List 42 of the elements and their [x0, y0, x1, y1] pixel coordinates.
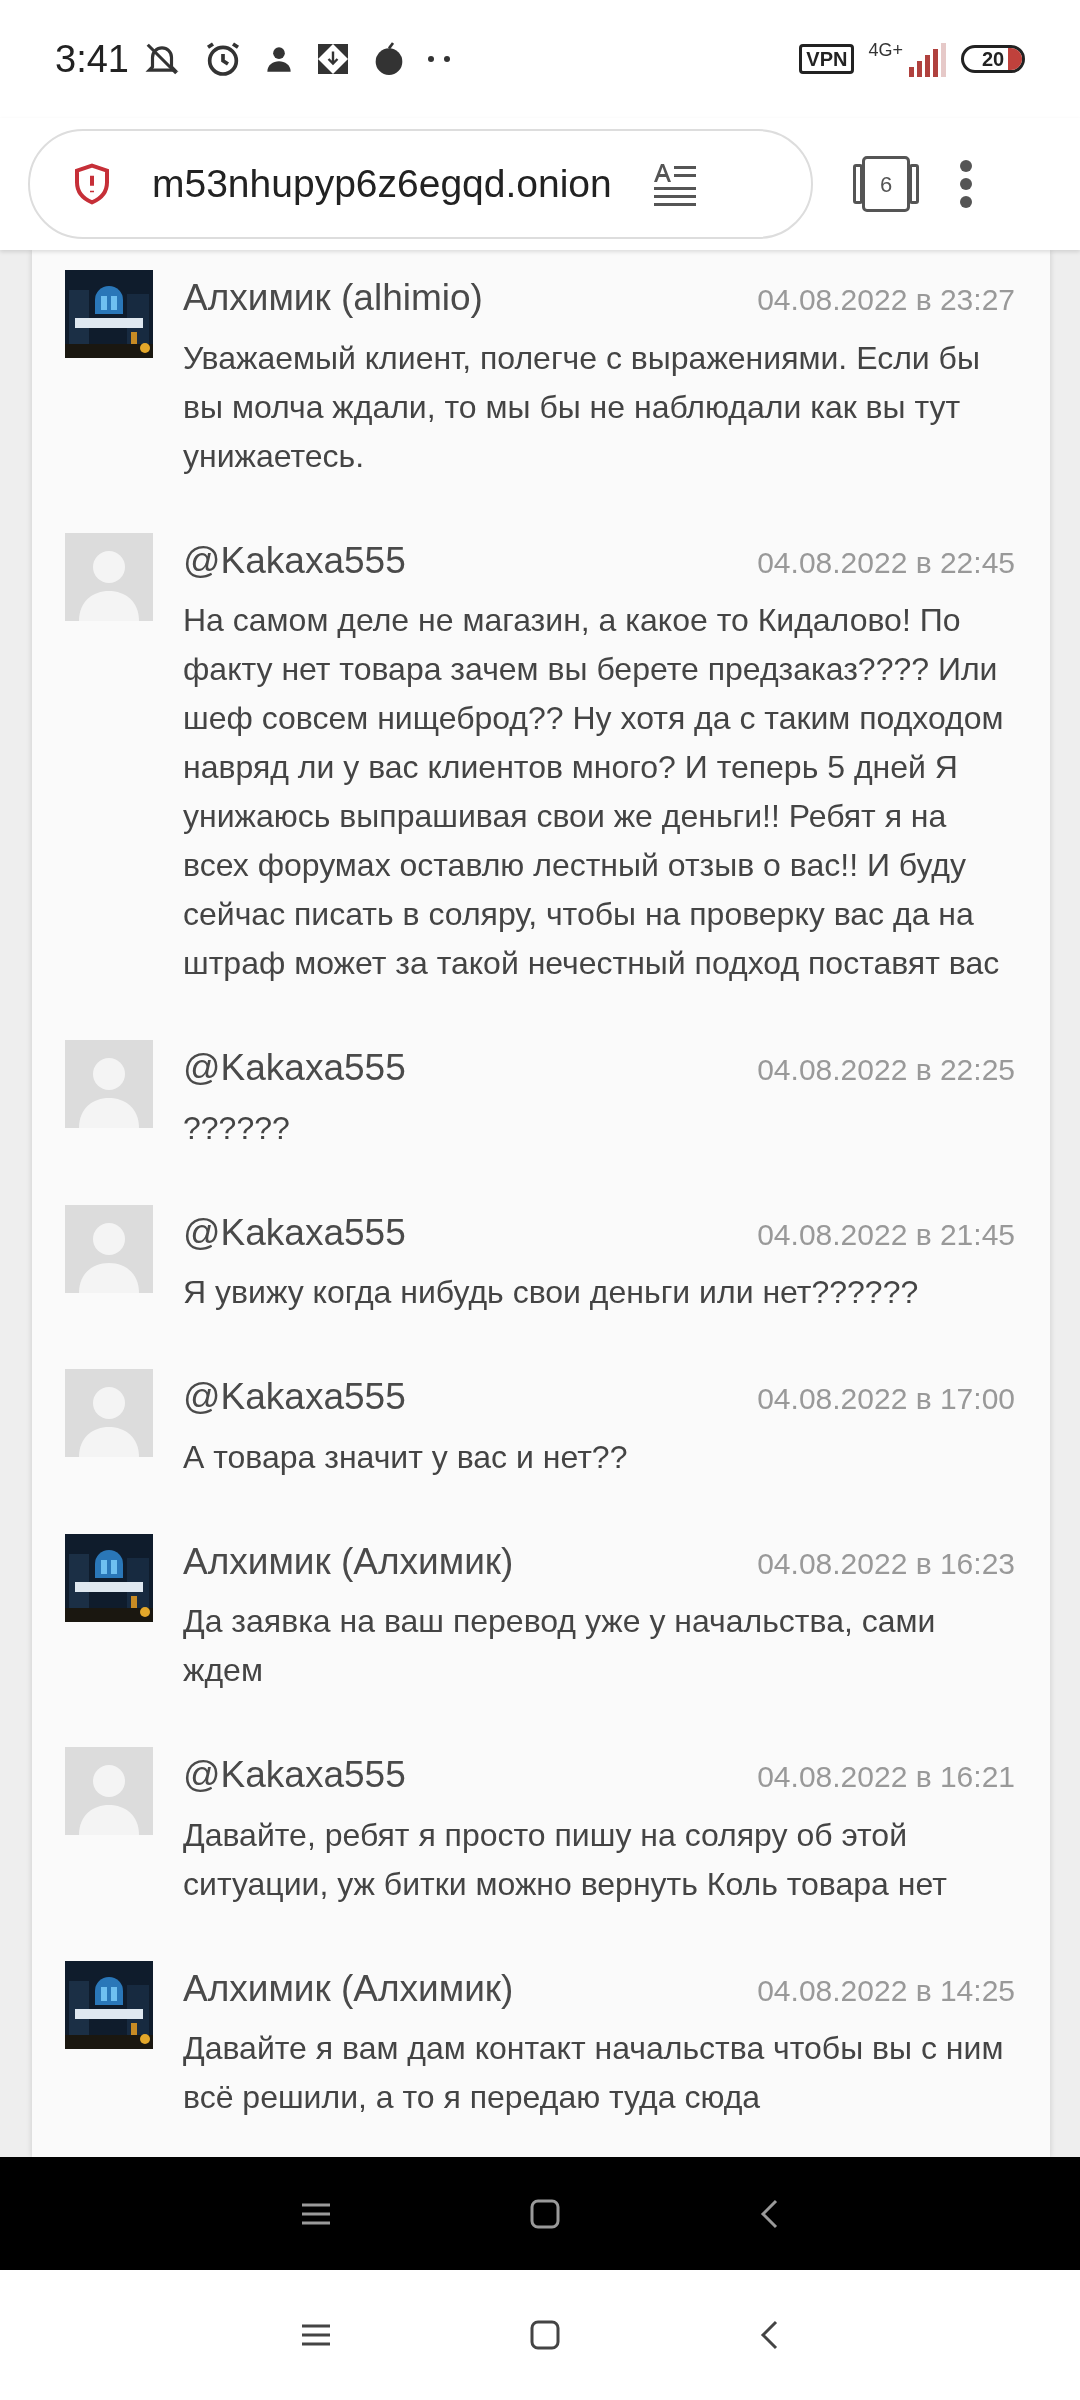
menu-icon[interactable]	[959, 159, 973, 209]
comment-date: 04.08.2022 в 17:00	[757, 1381, 1015, 1417]
comment-text: А товара значит у вас и нет??	[183, 1437, 629, 1477]
comment-text: Давайте я вам дам контакт начальства чтобы вы с ним всё решили, а то я передаю туда сюда	[183, 2029, 1005, 2117]
author-name: @Kakaxa555	[183, 1753, 406, 1797]
comment-date: 04.08.2022 в 16:23	[757, 1545, 1015, 1582]
comment-text: Давайте, ребят я просто пишу на соляру об этой ситуации, уж битки можно вернуть Коль товара нет	[183, 1815, 948, 1904]
comment-date: 04.08.2022 в 22:25	[757, 1052, 1015, 1088]
comment-date: 04.08.2022 в 21:45	[757, 1216, 1015, 1253]
home-icon[interactable]	[530, 2320, 560, 2350]
comment-date: 04.08.2022 в 23:27	[757, 282, 1015, 318]
comment-text: На самом деле не магазин, а какое то Кидалово! По факту нет товара зачем вы берете предзаказ???? Или шеф совсем нищеброд?? Ну хотя да с таким подходом навряд ли у вас клиентов много? И теперь 5 дней Я унижаюсь выпрашивая свои же деньги!! Ребят я на всех форумах оставлю лестный отзыв о вас!! И буду сейчас писать в соляру, чтобы на проверку вас да на штраф может за такой нечестный подход поставят вас	[183, 601, 1005, 983]
comment-date: 04.08.2022 в 14:25	[757, 1972, 1015, 2009]
reader-mode-icon[interactable]	[651, 162, 698, 206]
author-name: @Kakaxa555	[183, 538, 406, 583]
author-name: Алхимик (Алхимик)	[183, 1966, 514, 2011]
back-icon[interactable]	[760, 2198, 778, 2229]
comment-text: ??????	[183, 1108, 291, 1148]
vpn-badge: VPN	[799, 44, 855, 74]
author-name: @Kakaxa555	[183, 1375, 406, 1419]
home-icon[interactable]	[530, 2198, 560, 2229]
network-type: 4G+	[868, 41, 903, 59]
status-time: 3:41	[55, 36, 129, 82]
author-name: @Kakaxa555	[183, 1210, 406, 1255]
more-notifications-icon	[426, 55, 453, 63]
url-text: m53nhupyp6z6egqd.onion	[152, 160, 612, 207]
comment-date: 04.08.2022 в 22:45	[757, 544, 1015, 581]
author-name: Алхимик (Алхимик)	[183, 1539, 514, 1584]
person-icon	[264, 44, 293, 74]
comment-text: Уважаемый клиент, полегче с выражениями. Если бы вы молча ждали, то мы бы не наблюдали как вы тут унижаетесь.	[183, 338, 981, 476]
menu-icon[interactable]	[302, 2323, 330, 2347]
address-bar[interactable]: m53nhupyp6z6egqd.onion	[28, 129, 813, 239]
back-icon[interactable]	[760, 2320, 778, 2350]
comment-text: Да заявка на ваш перевод уже у начальства, сами ждем	[183, 1602, 937, 1690]
battery-icon: 20	[961, 45, 1025, 73]
signal-icon	[907, 41, 947, 77]
author-name: @Kakaxa555	[183, 1046, 406, 1090]
comment-text: Я увижу когда нибудь свои деньги или нет??????	[183, 1273, 920, 1312]
author-name: Алхимик (alhimio)	[183, 276, 483, 320]
comment-date: 04.08.2022 в 16:21	[757, 1759, 1015, 1795]
shield-alert-icon	[72, 162, 112, 206]
menu-icon[interactable]	[302, 2201, 330, 2226]
